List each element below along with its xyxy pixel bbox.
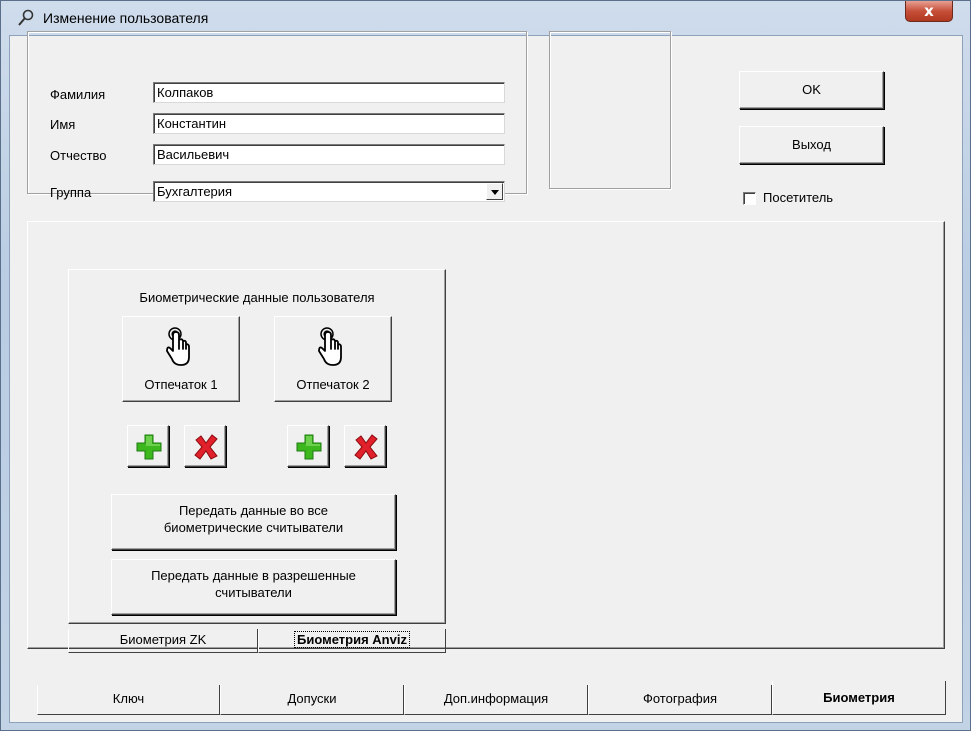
fingerprint-1-button[interactable]: Отпечаток 1 [122, 316, 240, 402]
group-label: Группа [50, 185, 92, 200]
photo-frame [549, 31, 671, 189]
tab-biometry-zk[interactable]: Биометрия ZK [68, 629, 258, 653]
visitor-label: Посетитель [763, 190, 834, 205]
user-info-group: Фамилия Колпаков Имя Константин Отчество… [27, 31, 527, 202]
fingerprint-2-button[interactable]: Отпечаток 2 [274, 316, 392, 402]
first-name-label: Имя [50, 117, 76, 132]
group-select-value: Бухгалтерия [157, 184, 233, 199]
last-name-label: Фамилия [50, 87, 106, 102]
send-allowed-readers-button[interactable]: Передать данные в разрешенные считывател… [111, 559, 396, 615]
dialog-window: Изменение пользователя x Фамилия Колпако… [0, 0, 971, 731]
tab-biometry[interactable]: Биометрия [772, 681, 946, 715]
chevron-down-icon[interactable] [486, 183, 503, 200]
send-all-readers-label: Передать данные во все биометрические сч… [163, 503, 344, 535]
add-fingerprint-2-button[interactable] [287, 425, 329, 467]
tab-key[interactable]: Ключ [37, 685, 220, 715]
tab-biometry-anviz[interactable]: Биометрия Anviz [258, 629, 446, 653]
exit-button[interactable]: Выход [739, 126, 884, 164]
fingerprint-1-label: Отпечаток 1 [144, 377, 218, 392]
tab-biometry-anviz-label: Биометрия Anviz [294, 631, 410, 648]
close-button[interactable]: x [905, 1, 953, 22]
group-select[interactable]: Бухгалтерия [153, 181, 505, 202]
ok-button[interactable]: OK [739, 71, 884, 109]
middle-name-label: Отчество [50, 148, 107, 163]
visitor-checkbox[interactable] [743, 192, 756, 205]
delete-fingerprint-2-button[interactable] [344, 425, 386, 467]
plus-icon [136, 434, 162, 460]
cross-icon [354, 434, 378, 460]
last-name-field[interactable]: Колпаков [153, 82, 505, 103]
title-bar: Изменение пользователя x [1, 1, 970, 35]
hand-pointer-icon [318, 327, 342, 366]
send-all-readers-button[interactable]: Передать данные во все биометрические сч… [111, 494, 396, 550]
tab-permissions[interactable]: Допуски [220, 685, 404, 715]
send-allowed-readers-label: Передать данные в разрешенные считывател… [151, 568, 356, 600]
cross-icon [194, 434, 218, 460]
biometric-title: Биометрические данные пользователя [139, 290, 375, 305]
delete-fingerprint-1-button[interactable] [184, 425, 226, 467]
middle-name-field[interactable]: Васильевич [153, 144, 505, 165]
window-title: Изменение пользователя [43, 10, 209, 26]
tab-photo[interactable]: Фотография [588, 685, 772, 715]
hand-pointer-icon [166, 327, 190, 366]
wrench-icon [18, 9, 34, 26]
add-fingerprint-1-button[interactable] [127, 425, 169, 467]
fingerprint-2-label: Отпечаток 2 [296, 377, 370, 392]
plus-icon [296, 434, 322, 460]
tab-additional-info[interactable]: Доп.информация [404, 685, 588, 715]
first-name-field[interactable]: Константин [153, 113, 505, 134]
